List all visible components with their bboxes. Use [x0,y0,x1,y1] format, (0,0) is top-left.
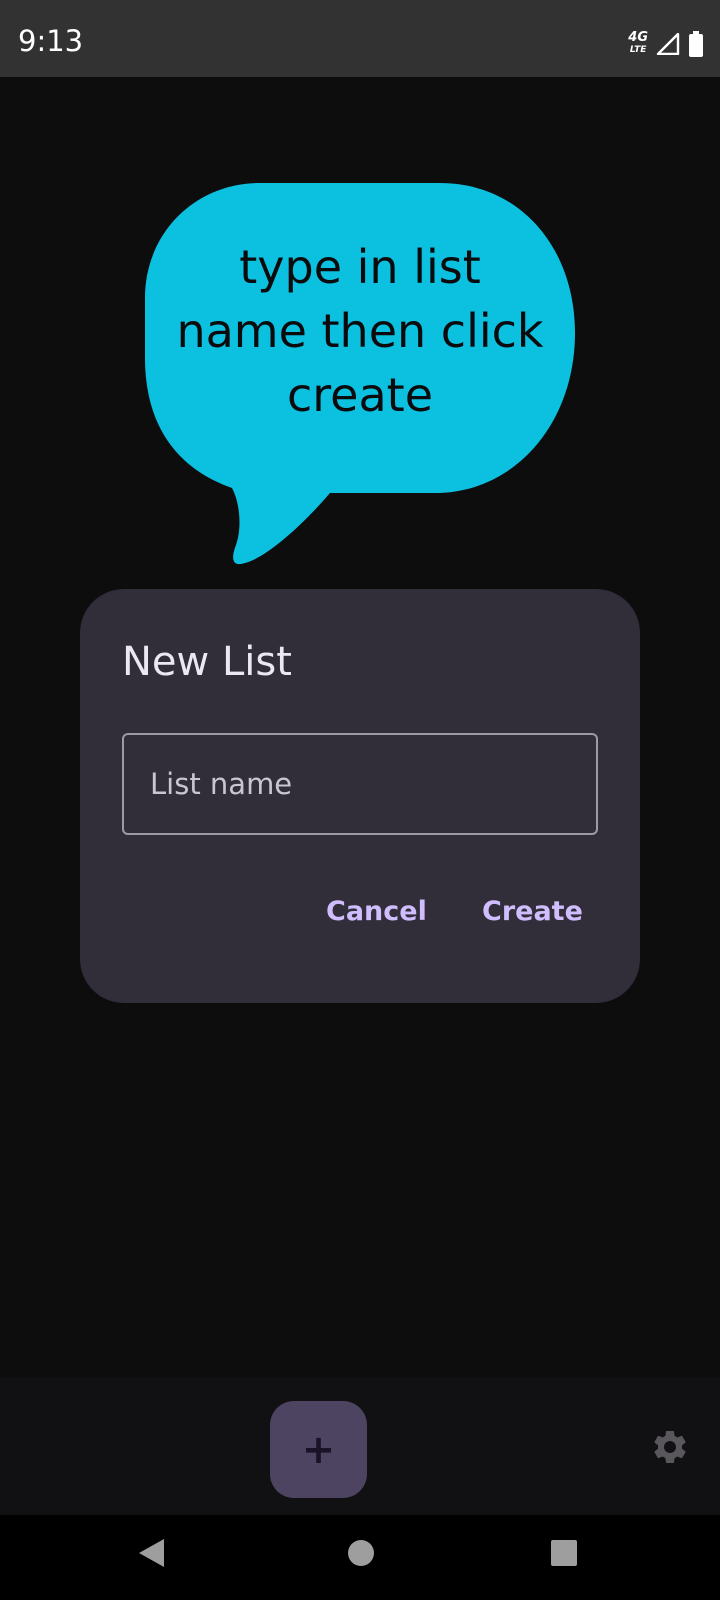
add-list-button[interactable]: + [270,1401,367,1498]
gear-icon [654,1431,686,1463]
bottom-app-bar: + [0,1377,720,1515]
dialog-title: New List [122,639,292,685]
instruction-bubble: type in list name then click create [140,183,580,573]
instruction-text: type in list name then click create [176,240,544,422]
status-time: 9:13 [18,24,84,58]
system-nav-bar [0,1515,720,1600]
screen: 9:13 4G LTE type in list name then click… [0,0,720,1600]
cancel-button[interactable]: Cancel [326,889,427,933]
home-icon[interactable] [347,1537,375,1569]
status-icons: 4G LTE [628,30,704,58]
plus-icon: + [301,1426,336,1473]
new-list-dialog: New List Cancel Create [80,589,640,1003]
battery-icon [689,31,703,57]
back-icon[interactable] [137,1537,167,1569]
signal-icon [656,33,680,55]
settings-button[interactable] [650,1427,690,1467]
list-name-input[interactable] [122,733,598,835]
status-bar: 9:13 4G LTE [0,0,720,77]
recents-icon[interactable] [550,1537,578,1569]
network-type-icon: 4G LTE [628,30,648,56]
create-button[interactable]: Create [482,889,583,933]
network-label: 4G [628,30,648,45]
network-sub-label: LTE [629,45,647,55]
